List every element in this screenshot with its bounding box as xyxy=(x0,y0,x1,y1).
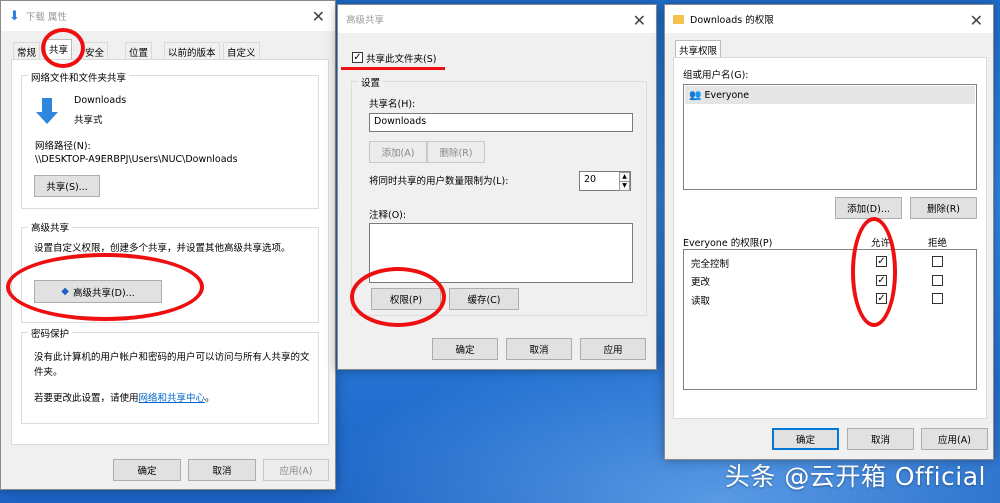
cancel-button[interactable]: 取消 xyxy=(506,338,572,360)
deny-full-control-checkbox[interactable] xyxy=(932,256,943,267)
permissions-button[interactable]: 权限(P) xyxy=(371,288,441,310)
perm-name: 更改 xyxy=(691,277,711,288)
permissions-table xyxy=(683,249,977,390)
watermark: 头条 @云开箱 Official xyxy=(724,462,986,491)
window-title: Downloads 的权限 xyxy=(690,15,774,26)
advanced-sharing-button[interactable]: ◆ 高级共享(D)... xyxy=(34,280,162,303)
group-title: 密码保护 xyxy=(28,326,73,340)
folder-name: Downloads xyxy=(74,95,127,106)
change-prefix: 若要更改此设置，请使用 xyxy=(34,393,139,404)
tab-customize[interactable]: 自定义 xyxy=(223,42,260,59)
ok-button[interactable]: 确定 xyxy=(113,459,181,481)
share-button[interactable]: 共享(S)... xyxy=(34,175,100,197)
network-path-label: 网络路径(N): xyxy=(35,141,91,152)
apply-button[interactable]: 应用(A) xyxy=(263,459,329,481)
group-title: 高级共享 xyxy=(28,220,73,234)
share-folder-checkbox[interactable]: ✓ xyxy=(352,52,363,63)
users-group-icon: 👥 xyxy=(689,89,702,101)
allow-read-checkbox[interactable]: ✓ xyxy=(876,293,887,304)
share-name-field[interactable]: Downloads xyxy=(369,113,633,132)
close-icon[interactable]: ✕ xyxy=(312,7,325,26)
change-suffix: 。 xyxy=(205,393,215,404)
user-limit-label: 将同时共享的用户数量限制为(L): xyxy=(369,176,509,187)
tab-general[interactable]: 常规 xyxy=(13,42,41,59)
allow-full-control-checkbox[interactable]: ✓ xyxy=(876,256,887,267)
tab-location[interactable]: 位置 xyxy=(125,42,153,59)
deny-change-checkbox[interactable] xyxy=(932,275,943,286)
close-icon[interactable]: ✕ xyxy=(633,11,646,30)
settings-title: 设置 xyxy=(358,75,384,89)
advanced-sharing-window: 高级共享 ✕ ✓ 共享此文件夹(S) 设置 共享名(H): Downloads … xyxy=(337,4,657,370)
permissions-label: Everyone 的权限(P) xyxy=(683,238,773,249)
advanced-sharing-label: 高级共享(D)... xyxy=(72,287,135,299)
caching-button[interactable]: 缓存(C) xyxy=(449,288,519,310)
window-title: 高级共享 xyxy=(346,15,385,26)
list-item[interactable]: 👥 Everyone xyxy=(685,86,975,104)
cancel-button[interactable]: 取消 xyxy=(847,428,914,450)
user-name: Everyone xyxy=(704,89,750,101)
properties-window: ⬇ 下载 属性 ✕ 常规 共享 安全 位置 以前的版本 自定义 网络文件和文件夹… xyxy=(0,0,336,490)
comment-field[interactable] xyxy=(369,223,633,283)
apply-button[interactable]: 应用(A) xyxy=(921,428,988,450)
ok-button[interactable]: 确定 xyxy=(432,338,498,360)
deny-column-header: 拒绝 xyxy=(928,238,948,249)
password-change-line: 若要更改此设置，请使用网络和共享中心。 xyxy=(34,390,215,404)
password-description: 没有此计算机的用户帐户和密码的用户可以访问与所有人共享的文件夹。 xyxy=(34,352,310,378)
remove-user-button[interactable]: 删除(R) xyxy=(910,197,977,219)
annotation-underline xyxy=(341,67,445,70)
perm-name: 读取 xyxy=(691,296,711,307)
users-list[interactable]: 👥 Everyone xyxy=(683,84,977,190)
allow-column-header: 允许 xyxy=(871,238,891,249)
remove-share-button[interactable]: 删除(R) xyxy=(427,141,485,163)
network-path: \\DESKTOP-A9ERBPJ\Users\NUC\Downloads xyxy=(35,154,238,165)
group-users-label: 组或用户名(G): xyxy=(683,70,749,81)
spin-down-icon[interactable]: ▼ xyxy=(619,181,630,191)
permissions-titlebar: Downloads 的权限 ✕ xyxy=(665,5,993,33)
network-sharing-center-link[interactable]: 网络和共享中心 xyxy=(139,393,206,404)
tab-sharing[interactable]: 共享 xyxy=(45,39,73,60)
perm-name: 完全控制 xyxy=(691,259,730,270)
close-icon[interactable]: ✕ xyxy=(970,11,983,30)
group-title: 网络文件和文件夹共享 xyxy=(28,70,130,84)
advanced-titlebar: 高级共享 ✕ xyxy=(338,5,656,33)
folder-share-icon xyxy=(35,96,59,126)
apply-button[interactable]: 应用 xyxy=(580,338,646,360)
advanced-description: 设置自定义权限，创建多个共享，并设置其他高级共享选项。 xyxy=(34,243,291,254)
share-folder-label: 共享此文件夹(S) xyxy=(366,54,437,65)
cancel-button[interactable]: 取消 xyxy=(188,459,256,481)
download-arrow-icon: ⬇ xyxy=(9,8,20,24)
tab-share-permissions[interactable]: 共享权限 xyxy=(675,40,722,58)
comment-label: 注释(O): xyxy=(369,210,407,221)
add-share-button[interactable]: 添加(A) xyxy=(369,141,427,163)
deny-read-checkbox[interactable] xyxy=(932,293,943,304)
shield-icon: ◆ xyxy=(61,286,69,297)
permissions-window: Downloads 的权限 ✕ 共享权限 组或用户名(G): 👥 Everyon… xyxy=(664,4,994,460)
tab-previous-versions[interactable]: 以前的版本 xyxy=(164,42,220,59)
tab-security[interactable]: 安全 xyxy=(81,42,109,59)
properties-titlebar: ⬇ 下载 属性 ✕ xyxy=(1,1,335,31)
ok-button[interactable]: 确定 xyxy=(772,428,839,450)
share-state: 共享式 xyxy=(74,115,103,126)
add-user-button[interactable]: 添加(D)... xyxy=(835,197,902,219)
folder-icon xyxy=(673,14,684,24)
window-title: 下载 属性 xyxy=(25,12,67,23)
allow-change-checkbox[interactable]: ✓ xyxy=(876,275,887,286)
share-name-label: 共享名(H): xyxy=(369,99,416,110)
